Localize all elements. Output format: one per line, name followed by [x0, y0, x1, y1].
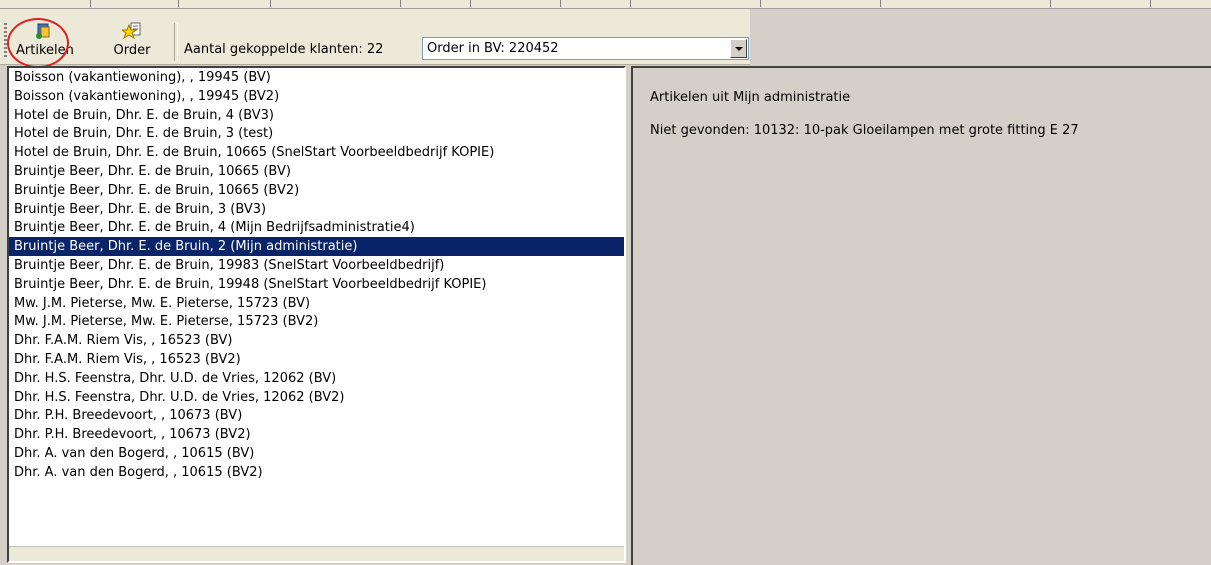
order-combobox[interactable]: Order in BV: 220452 [422, 37, 749, 60]
list-item[interactable]: Dhr. F.A.M. Riem Vis, , 16523 (BV2) [9, 350, 624, 369]
list-item[interactable]: Mw. J.M. Pieterse, Mw. E. Pieterse, 1572… [9, 312, 624, 331]
list-items-container: Boisson (vakantiewoning), , 19945 (BV) Bo… [9, 68, 624, 482]
list-item[interactable]: Bruintje Beer, Dhr. E. de Bruin, 4 (Mijn… [9, 218, 624, 237]
tab-divider [630, 0, 631, 7]
list-item[interactable]: Hotel de Bruin, Dhr. E. de Bruin, 10665 … [9, 143, 624, 162]
list-item[interactable]: Dhr. P.H. Breedevoort, , 10673 (BV2) [9, 425, 624, 444]
list-item[interactable]: Bruintje Beer, Dhr. E. de Bruin, 10665 (… [9, 181, 624, 200]
list-item[interactable]: Dhr. P.H. Breedevoort, , 10673 (BV) [9, 406, 624, 425]
tab-strip [0, 0, 1211, 9]
tab-divider [270, 0, 271, 7]
order-button[interactable]: Order [110, 19, 154, 63]
tab-divider [178, 0, 179, 7]
list-item[interactable]: Bruintje Beer, Dhr. E. de Bruin, 10665 (… [9, 162, 624, 181]
list-item[interactable]: Boisson (vakantiewoning), , 19945 (BV2) [9, 87, 624, 106]
horizontal-scrollbar[interactable] [9, 546, 624, 561]
order-label: Order [113, 43, 151, 58]
star-document-icon [122, 22, 141, 40]
list-item[interactable]: Bruintje Beer, Dhr. E. de Bruin, 19983 (… [9, 256, 624, 275]
chevron-down-icon[interactable] [730, 39, 747, 58]
annotation-circle [7, 18, 69, 68]
toolbar: Artikelen Order Aantal gekoppelde klante… [0, 9, 750, 68]
tab-divider [880, 0, 881, 7]
klanten-list[interactable]: Boisson (vakantiewoning), , 19945 (BV) Bo… [7, 66, 626, 563]
list-item[interactable]: Hotel de Bruin, Dhr. E. de Bruin, 3 (tes… [9, 124, 624, 143]
list-item[interactable]: Dhr. A. van den Bogerd, , 10615 (BV) [9, 444, 624, 463]
list-item[interactable]: Bruintje Beer, Dhr. E. de Bruin, 2 (Mijn… [9, 237, 624, 256]
detail-message: Niet gevonden: 10132: 10-pak Gloeilampen… [650, 123, 1079, 138]
tab-divider [560, 0, 561, 7]
order-combo-value: Order in BV: 220452 [427, 41, 559, 56]
list-item[interactable]: Bruintje Beer, Dhr. E. de Bruin, 19948 (… [9, 275, 624, 294]
list-item[interactable]: Bruintje Beer, Dhr. E. de Bruin, 3 (BV3) [9, 200, 624, 219]
tab-divider [400, 0, 401, 7]
list-item[interactable]: Boisson (vakantiewoning), , 19945 (BV) [9, 68, 624, 87]
list-item[interactable]: Hotel de Bruin, Dhr. E. de Bruin, 4 (BV3… [9, 106, 624, 125]
list-item[interactable]: Dhr. A. van den Bogerd, , 10615 (BV2) [9, 463, 624, 482]
list-item[interactable]: Dhr. H.S. Feenstra, Dhr. U.D. de Vries, … [9, 388, 624, 407]
detail-heading: Artikelen uit Mijn administratie [650, 90, 851, 105]
tab-divider [1050, 0, 1051, 7]
toolbar-separator [174, 23, 178, 61]
tab-divider [90, 0, 91, 7]
list-item[interactable]: Dhr. F.A.M. Riem Vis, , 16523 (BV) [9, 331, 624, 350]
toolbar-background [750, 9, 1211, 64]
list-item[interactable]: Mw. J.M. Pieterse, Mw. E. Pieterse, 1572… [9, 294, 624, 313]
tab-divider [760, 0, 761, 7]
list-item[interactable]: Dhr. H.S. Feenstra, Dhr. U.D. de Vries, … [9, 369, 624, 388]
detail-panel: Artikelen uit Mijn administratie Niet ge… [631, 66, 1211, 565]
tab-divider [1150, 0, 1151, 7]
tab-divider [470, 0, 471, 7]
klanten-count-label: Aantal gekoppelde klanten: 22 [184, 42, 384, 57]
